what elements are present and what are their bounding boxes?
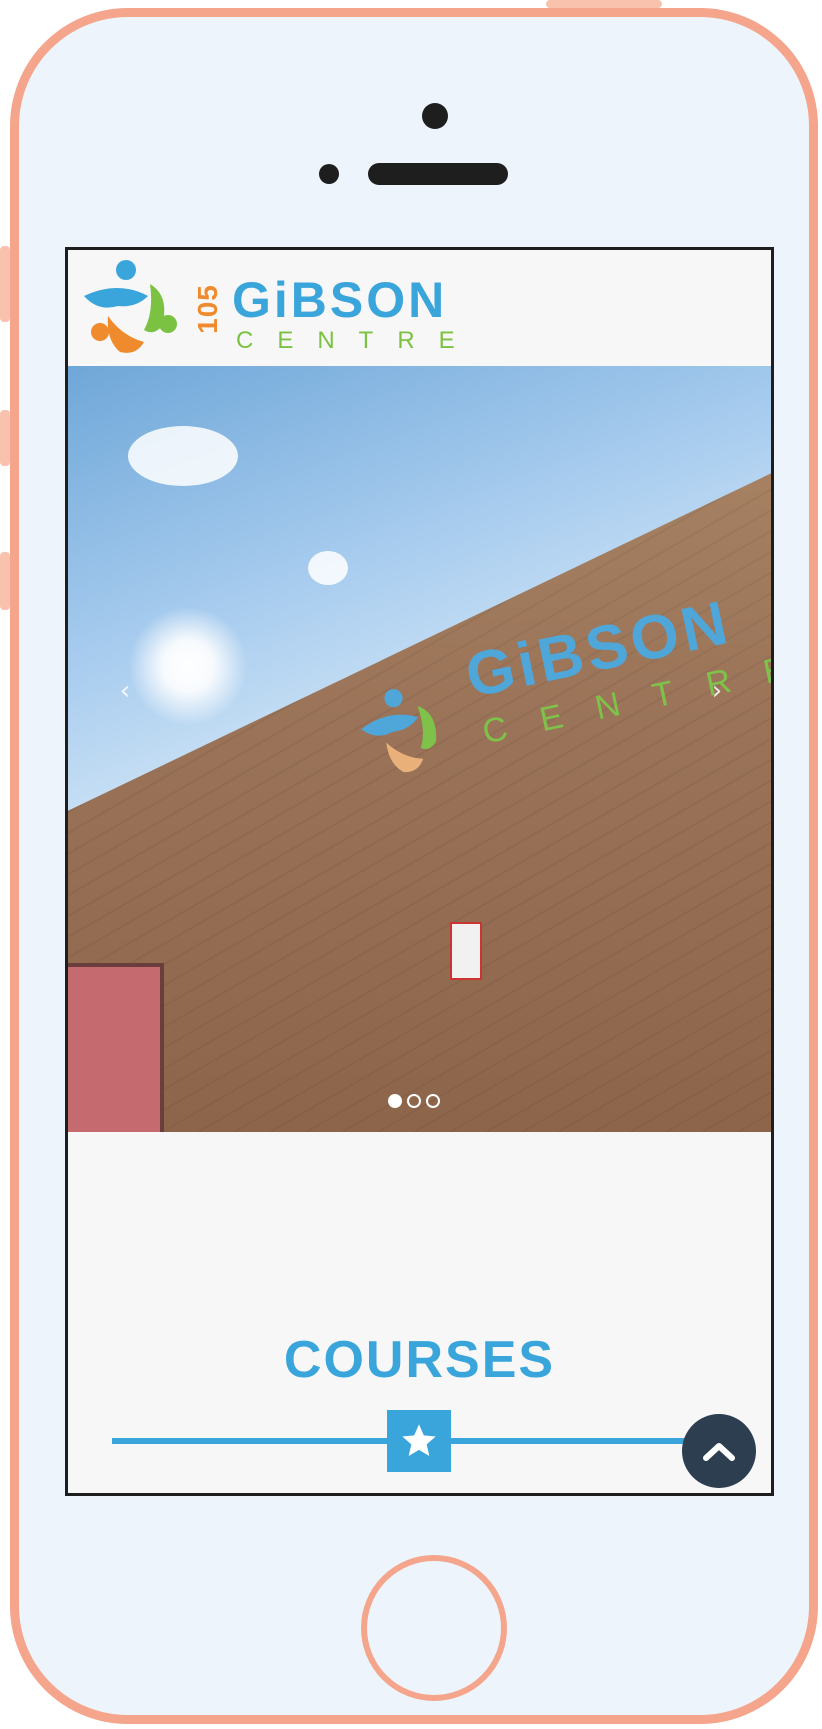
slider-indicators: [388, 1094, 440, 1108]
logo-name: GiBSON: [232, 272, 448, 328]
scroll-to-top-button[interactable]: [682, 1414, 756, 1488]
sun-flare: [128, 606, 248, 726]
chevron-up-icon: [703, 1443, 735, 1461]
slider-dot-1[interactable]: [388, 1094, 402, 1108]
volume-up-button: [0, 246, 10, 322]
slider-next-button[interactable]: ›: [702, 676, 732, 706]
divider-badge: [387, 1410, 451, 1472]
mute-switch: [0, 552, 10, 610]
logo-mark-icon: [84, 260, 177, 353]
earpiece-speaker: [368, 163, 508, 185]
slider-dot-2[interactable]: [407, 1094, 421, 1108]
logo-number: 105: [192, 284, 223, 334]
front-camera: [422, 103, 448, 129]
section-title: COURSES: [283, 1331, 556, 1389]
red-door: [68, 963, 164, 1132]
slider-dot-3[interactable]: [426, 1094, 440, 1108]
proximity-sensor: [319, 164, 339, 184]
cloud: [128, 426, 238, 486]
slider-prev-button[interactable]: ‹: [110, 676, 140, 706]
wall-logo-mark-icon: [361, 689, 437, 773]
power-button: [546, 0, 662, 8]
home-button[interactable]: [361, 1555, 507, 1701]
hero-slider[interactable]: GiBSON CENTRE ‹ ›: [68, 366, 771, 1132]
no-dumping-sign: [450, 922, 482, 980]
phone-screen: 105 GiBSON CENTRE GiBSON CENTRE ‹ › COUR…: [65, 247, 774, 1496]
volume-down-button: [0, 410, 10, 466]
cloud: [308, 551, 348, 585]
star-icon: [402, 1424, 436, 1456]
site-logo[interactable]: 105 GiBSON CENTRE: [78, 256, 508, 360]
logo-subtitle: CENTRE: [236, 327, 479, 354]
site-header: 105 GiBSON CENTRE: [68, 250, 771, 366]
